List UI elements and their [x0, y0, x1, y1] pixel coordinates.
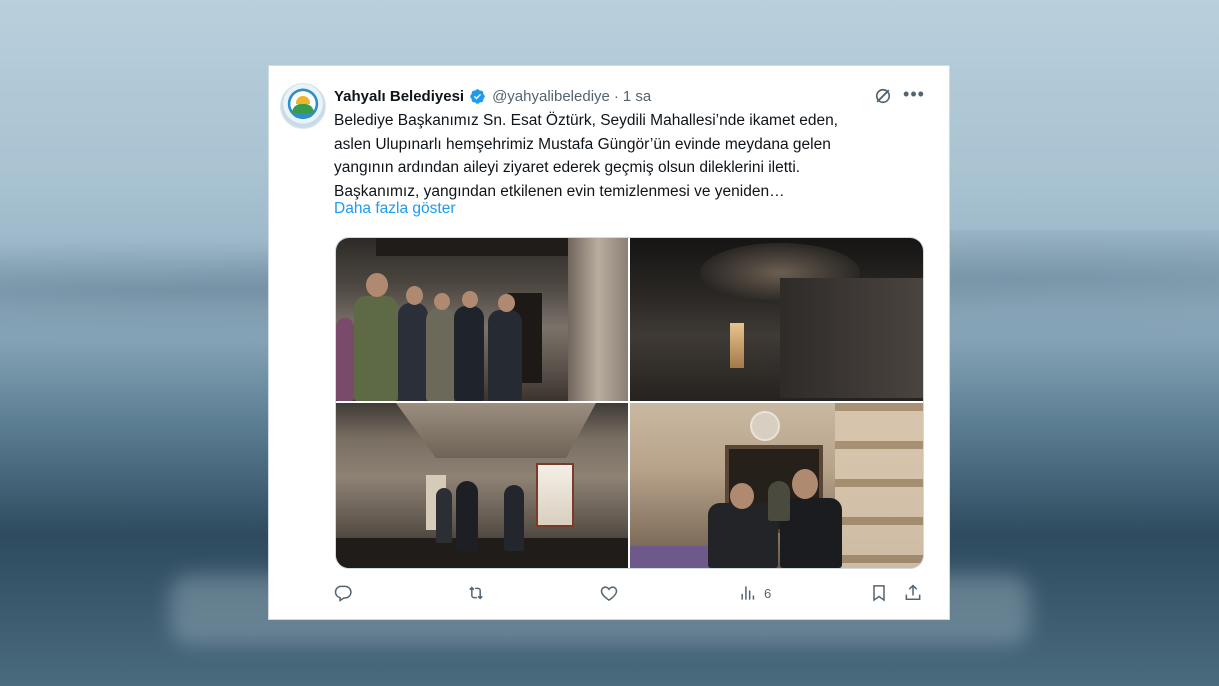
photo-2[interactable] — [630, 238, 923, 401]
photo-detail — [426, 308, 456, 401]
photo-detail — [456, 481, 478, 551]
photo-4[interactable] — [630, 403, 923, 568]
tweet-text-line: aslen Ulupınarlı hemşehrimiz Mustafa Gün… — [334, 135, 831, 153]
show-more-link[interactable]: Daha fazla göster — [334, 200, 456, 218]
share-icon — [905, 584, 921, 600]
action-bar: 6 — [333, 581, 929, 607]
photo-detail — [354, 296, 398, 401]
photo-detail — [434, 293, 450, 310]
like-button[interactable] — [599, 581, 619, 605]
photo-detail — [376, 238, 576, 256]
photo-detail — [730, 323, 744, 368]
tweet-text: Belediye Başkanımız Sn. Esat Öztürk, Sey… — [334, 109, 934, 203]
timestamp[interactable]: 1 sa — [623, 88, 651, 105]
photo-detail — [498, 294, 515, 312]
views-count: 6 — [764, 585, 772, 601]
photo-detail — [835, 403, 923, 568]
like-icon — [600, 586, 618, 601]
logo-sun — [296, 96, 310, 104]
photo-detail — [366, 273, 388, 297]
photo-detail — [730, 483, 754, 509]
photo-detail — [504, 485, 524, 551]
share-button[interactable] — [903, 581, 923, 605]
tweet-text-line: Belediye Başkanımız Sn. Esat Öztürk, Sey… — [334, 112, 838, 129]
bookmark-icon — [873, 585, 885, 602]
photo-detail — [406, 286, 423, 305]
photo-1[interactable] — [336, 238, 628, 401]
tweet-text-line: yangının ardından aileyi ziyaret ederek … — [334, 159, 801, 176]
tweet-card: Yahyalı Belediyesi @yahyalibelediye · 1 … — [268, 65, 950, 620]
reply-icon — [334, 585, 352, 602]
photo-detail — [750, 411, 780, 441]
views-icon — [741, 586, 755, 600]
media-grid — [335, 237, 924, 569]
logo-water — [293, 113, 313, 118]
verified-badge-icon — [470, 88, 485, 104]
photo-detail — [488, 310, 522, 401]
tweet-header: Yahyalı Belediyesi @yahyalibelediye · 1 … — [334, 86, 651, 106]
photo-detail — [396, 403, 596, 458]
photo-detail — [462, 291, 478, 308]
reply-button[interactable] — [333, 581, 353, 605]
photo-detail — [792, 469, 818, 499]
logo-hill — [292, 104, 314, 113]
retweet-button[interactable] — [466, 581, 486, 605]
photo-detail — [336, 538, 628, 568]
author-handle[interactable]: @yahyalibelediye — [492, 88, 610, 105]
retweet-icon — [469, 586, 483, 600]
photo-detail — [536, 463, 574, 527]
photo-detail — [568, 238, 628, 401]
photo-detail — [454, 306, 484, 401]
photo-detail — [768, 481, 790, 521]
separator-dot: · — [613, 87, 619, 105]
more-icon[interactable]: ••• — [903, 84, 925, 106]
photo-detail — [398, 303, 428, 401]
views-button[interactable]: 6 — [738, 581, 771, 605]
bookmark-button[interactable] — [869, 581, 889, 605]
photo-detail — [436, 488, 452, 543]
avatar[interactable] — [280, 83, 326, 129]
photo-3[interactable] — [336, 403, 628, 568]
author-name[interactable]: Yahyalı Belediyesi — [334, 88, 464, 105]
photo-detail — [336, 318, 354, 401]
grok-icon[interactable] — [873, 86, 893, 106]
photo-detail — [780, 278, 923, 398]
